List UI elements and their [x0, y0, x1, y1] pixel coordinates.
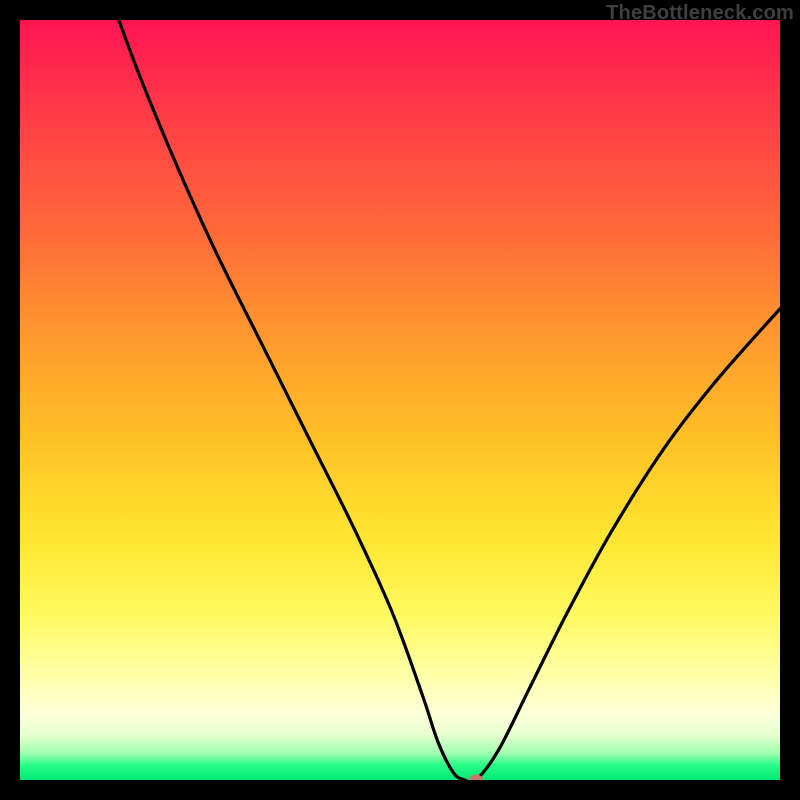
- bottleneck-curve: [20, 20, 780, 780]
- watermark-text: TheBottleneck.com: [606, 2, 794, 25]
- chart-frame: TheBottleneck.com: [0, 0, 800, 800]
- optimal-point-marker: [469, 775, 483, 781]
- plot-area: [20, 20, 780, 780]
